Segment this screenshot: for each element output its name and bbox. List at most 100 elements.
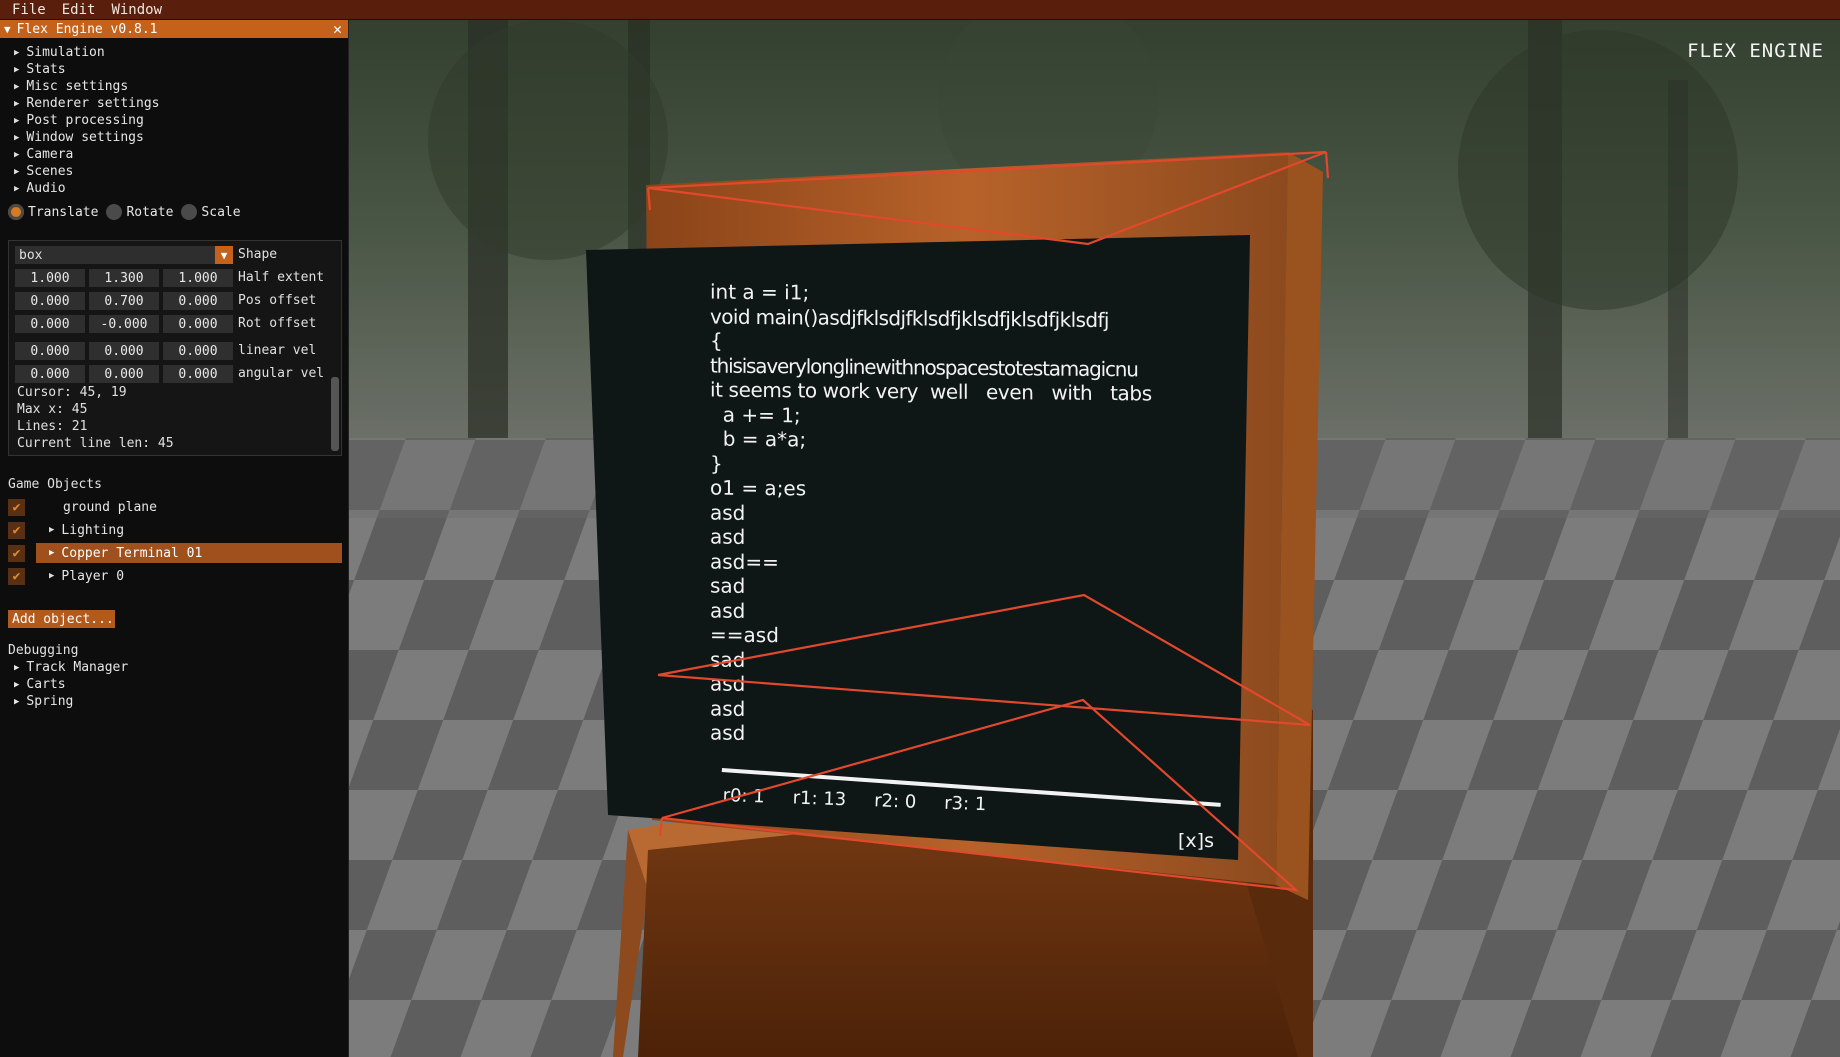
- settings-tree: ▶ Simulation ▶ Stats ▶ Misc settings ▶ Rende…: [0, 38, 348, 197]
- chevron-right-icon: ▶: [14, 98, 20, 109]
- terminal-close[interactable]: [x]s: [1178, 830, 1214, 852]
- close-icon[interactable]: ✕: [333, 20, 342, 38]
- chevron-right-icon[interactable]: ▶: [49, 571, 54, 581]
- lines-info: Lines: 21: [17, 419, 88, 434]
- game-object-row-selected[interactable]: ✔ ▶ Copper Terminal 01: [8, 543, 342, 563]
- tree-item-label: Audio: [26, 181, 66, 196]
- tree-item-simulation[interactable]: ▶ Simulation: [0, 44, 348, 61]
- menu-window[interactable]: Window: [111, 2, 162, 18]
- tree-item-label: Post processing: [26, 113, 144, 128]
- radio-label: Scale: [201, 204, 241, 220]
- chevron-right-icon: ▶: [14, 132, 20, 143]
- chevron-right-icon: ▶: [14, 662, 20, 673]
- radio-label: Rotate: [126, 204, 174, 220]
- tree-item-stats[interactable]: ▶ Stats: [0, 61, 348, 78]
- scene-viewport[interactable]: int a = i1; void main()asdjfklsdjfklsdfj…: [348, 20, 1840, 1057]
- shape-select-value: box: [19, 247, 43, 263]
- tree-item-post-processing[interactable]: ▶ Post processing: [0, 112, 348, 129]
- radio-translate[interactable]: Translate: [8, 204, 98, 220]
- tree-item-camera[interactable]: ▶ Camera: [0, 146, 348, 163]
- game-object-row[interactable]: ✔ ▶ Lighting: [8, 520, 342, 540]
- shape-label: Shape: [238, 247, 278, 262]
- register-r2: r2: 0: [873, 790, 917, 813]
- game-object-name: ground plane: [63, 499, 157, 515]
- angular-vel-z[interactable]: 0.000: [163, 365, 233, 383]
- game-objects-title: Game Objects: [8, 477, 102, 492]
- pos-offset-label: Pos offset: [238, 293, 317, 308]
- chevron-right-icon: ▶: [14, 696, 20, 707]
- chevron-right-icon[interactable]: ▶: [49, 525, 54, 535]
- tree-item-label: Window settings: [26, 130, 144, 145]
- chevron-right-icon: ▶: [14, 64, 20, 75]
- dropdown-arrow-icon[interactable]: ▼: [215, 246, 233, 264]
- max-x-info: Max x: 45: [17, 402, 88, 417]
- chevron-right-icon: ▶: [14, 115, 20, 126]
- panel-title: Flex Engine v0.8.1: [16, 21, 158, 37]
- menu-bar: File Edit Window: [0, 0, 1840, 20]
- debug-item-track-manager[interactable]: ▶ Track Manager: [14, 660, 128, 675]
- game-object-row[interactable]: ✔ ▶ Player 0: [8, 566, 342, 586]
- checkbox-checked-icon[interactable]: ✔: [8, 521, 25, 539]
- terminal-screen[interactable]: int a = i1; void main()asdjfklsdjfklsdfj…: [710, 280, 1270, 825]
- half-extent-z[interactable]: 1.000: [163, 269, 233, 287]
- pos-offset-y[interactable]: 0.700: [89, 292, 159, 310]
- properties-scrollbar[interactable]: [331, 377, 339, 451]
- chevron-right-icon: ▶: [14, 149, 20, 160]
- pos-offset-z[interactable]: 0.000: [163, 292, 233, 310]
- game-object-row[interactable]: ✔ ground plane: [8, 497, 342, 517]
- tree-item-renderer-settings[interactable]: ▶ Renderer settings: [0, 95, 348, 112]
- chevron-right-icon: ▶: [14, 81, 20, 92]
- menu-file[interactable]: File: [12, 2, 46, 18]
- tree-item-label: Simulation: [26, 45, 105, 60]
- radio-unselected-icon: [181, 204, 198, 220]
- tree-item-label: Misc settings: [26, 79, 129, 94]
- checkbox-checked-icon[interactable]: ✔: [8, 567, 25, 585]
- half-extent-y[interactable]: 1.300: [89, 269, 159, 287]
- tree-item-label: Stats: [26, 62, 66, 77]
- debug-item-label: Track Manager: [26, 660, 129, 675]
- angular-vel-label: angular vel: [238, 366, 325, 381]
- radio-rotate[interactable]: Rotate: [106, 204, 173, 220]
- terminal-line: void main()asdjfklsdjfklsdfjklsdfjklsdfj…: [710, 304, 1109, 332]
- half-extent-x[interactable]: 1.000: [15, 269, 85, 287]
- tree-item-audio[interactable]: ▶ Audio: [0, 180, 348, 197]
- radio-unselected-icon: [106, 204, 123, 220]
- linear-vel-x[interactable]: 0.000: [15, 342, 85, 360]
- menu-edit[interactable]: Edit: [62, 2, 96, 18]
- tree-item-scenes[interactable]: ▶ Scenes: [0, 163, 348, 180]
- linear-vel-z[interactable]: 0.000: [163, 342, 233, 360]
- register-r3: r3: 1: [943, 792, 987, 816]
- current-line-len-info: Current line len: 45: [17, 436, 174, 451]
- engine-title: FLEX ENGINE: [1687, 40, 1824, 62]
- add-object-button[interactable]: Add object...: [8, 610, 115, 628]
- tree-item-misc-settings[interactable]: ▶ Misc settings: [0, 78, 348, 95]
- debug-item-carts[interactable]: ▶ Carts: [14, 677, 66, 692]
- shape-select[interactable]: box ▼: [15, 246, 233, 264]
- gizmo-mode-group: Translate Rotate Scale: [0, 201, 348, 223]
- radio-scale[interactable]: Scale: [181, 204, 241, 220]
- angular-vel-y[interactable]: 0.000: [89, 365, 159, 383]
- editor-panel: ▼ Flex Engine v0.8.1 ✕ ▶ Simulation ▶ Stat…: [0, 20, 349, 1057]
- cursor-info: Cursor: 45, 19: [17, 385, 127, 400]
- angular-vel-x[interactable]: 0.000: [15, 365, 85, 383]
- rot-offset-x[interactable]: 0.000: [15, 315, 85, 333]
- chevron-right-icon[interactable]: ▶: [49, 548, 54, 558]
- tree-item-window-settings[interactable]: ▶ Window settings: [0, 129, 348, 146]
- rot-offset-y[interactable]: -0.000: [89, 315, 159, 333]
- panel-titlebar[interactable]: ▼ Flex Engine v0.8.1 ✕: [0, 20, 348, 38]
- debug-item-spring[interactable]: ▶ Spring: [14, 694, 73, 709]
- pos-offset-x[interactable]: 0.000: [15, 292, 85, 310]
- debug-item-label: Spring: [26, 694, 74, 709]
- checkbox-checked-icon[interactable]: ✔: [8, 544, 25, 562]
- linear-vel-y[interactable]: 0.000: [89, 342, 159, 360]
- collapse-icon[interactable]: ▼: [4, 23, 11, 36]
- radio-selected-icon: [8, 204, 24, 220]
- tree-item-label: Scenes: [26, 164, 74, 179]
- terminal-line: b = a*a;: [710, 426, 807, 452]
- checkbox-checked-icon[interactable]: ✔: [8, 498, 25, 516]
- rot-offset-label: Rot offset: [238, 316, 317, 331]
- tree-item-label: Renderer settings: [26, 96, 160, 111]
- register-r1: r1: 13: [792, 787, 847, 811]
- chevron-right-icon: ▶: [14, 679, 20, 690]
- rot-offset-z[interactable]: 0.000: [163, 315, 233, 333]
